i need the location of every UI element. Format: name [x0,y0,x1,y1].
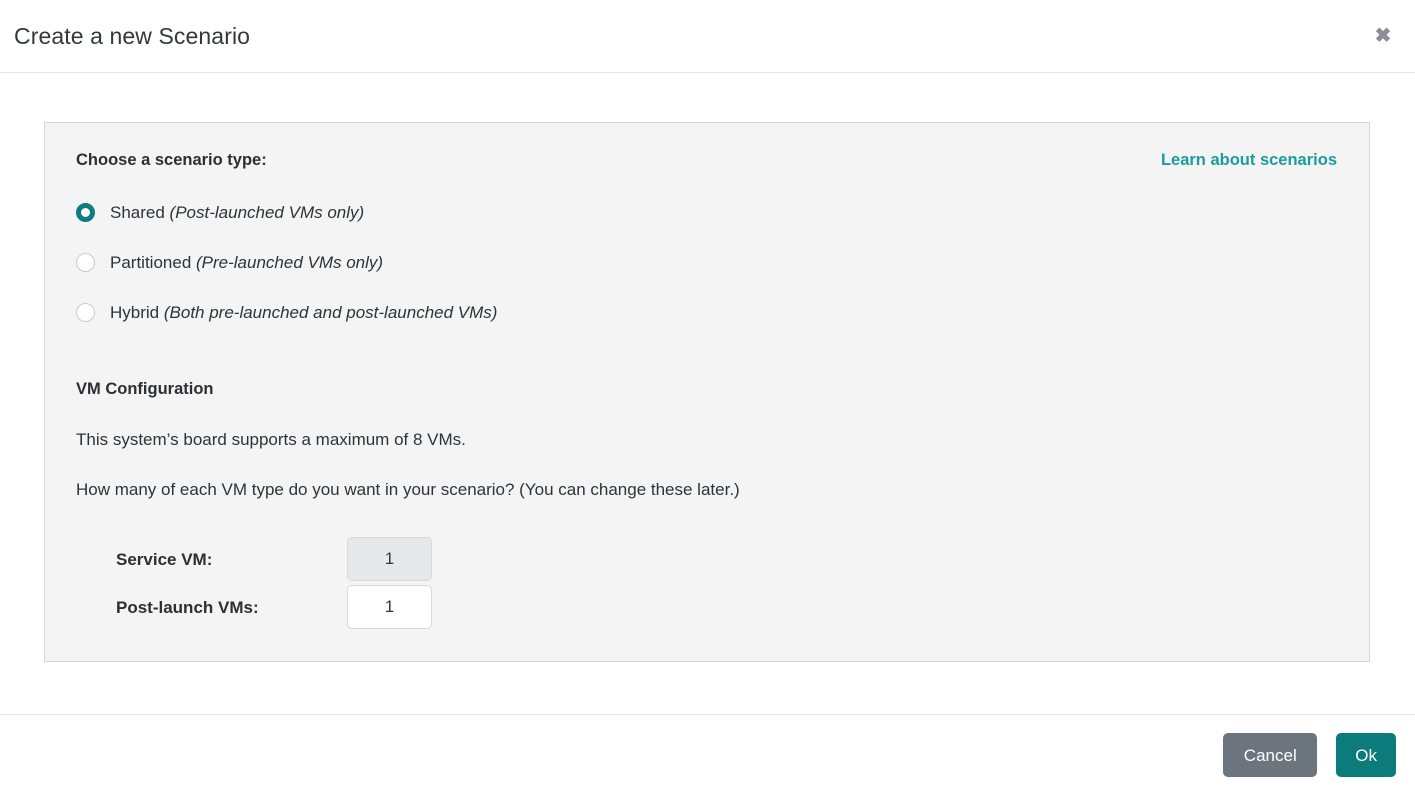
post-launch-vms-label: Post-launch VMs: [116,597,259,617]
scenario-type-heading: Choose a scenario type: [76,151,267,169]
vm-count-fields: Service VM: Post-launch VMs: [76,535,1337,631]
radio-icon-hybrid[interactable] [76,303,95,323]
service-vm-label: Service VM: [116,549,213,569]
service-vm-row: Service VM: [76,535,1337,583]
radio-icon-partitioned[interactable] [76,253,95,273]
service-vm-input [347,537,432,582]
scenario-type-radio-group: Shared (Post-launched VMs only) Partitio… [76,199,1337,327]
close-icon[interactable]: ✖ [1369,22,1397,50]
radio-option-shared[interactable]: Shared (Post-launched VMs only) [76,199,1337,227]
dialog-footer: Cancel Ok [0,714,1415,795]
radio-option-partitioned[interactable]: Partitioned (Pre-launched VMs only) [76,249,1337,277]
dialog-header: Create a new Scenario ✖ [0,0,1415,73]
create-scenario-dialog: Create a new Scenario ✖ Choose a scenari… [0,0,1415,795]
post-launch-vms-input[interactable] [347,585,432,630]
radio-hint-partitioned: (Pre-launched VMs only) [196,253,384,273]
cancel-button[interactable]: Cancel [1223,733,1318,777]
ok-button[interactable]: Ok [1336,733,1396,777]
radio-label-hybrid: Hybrid (Both pre-launched and post-launc… [110,303,498,323]
radio-label-shared: Shared (Post-launched VMs only) [110,203,365,223]
dialog-body: Choose a scenario type: Learn about scen… [0,73,1415,714]
learn-about-scenarios-link[interactable]: Learn about scenarios [1161,149,1337,171]
panel-top-row: Choose a scenario type: Learn about scen… [76,149,1337,171]
radio-hint-shared: (Post-launched VMs only) [169,203,365,223]
page-title: Create a new Scenario [14,22,251,49]
vm-configuration-heading: VM Configuration [76,379,214,398]
post-launch-vms-row: Post-launch VMs: [76,583,1337,631]
max-vms-text: This system’s board supports a maximum o… [76,429,466,449]
vm-count-prompt-text: How many of each VM type do you want in … [76,479,740,499]
scenario-config-panel: Choose a scenario type: Learn about scen… [44,122,1370,662]
radio-hint-hybrid: (Both pre-launched and post-launched VMs… [163,303,498,323]
radio-icon-shared[interactable] [76,203,95,223]
radio-option-hybrid[interactable]: Hybrid (Both pre-launched and post-launc… [76,299,1337,327]
radio-label-partitioned: Partitioned (Pre-launched VMs only) [110,253,384,273]
